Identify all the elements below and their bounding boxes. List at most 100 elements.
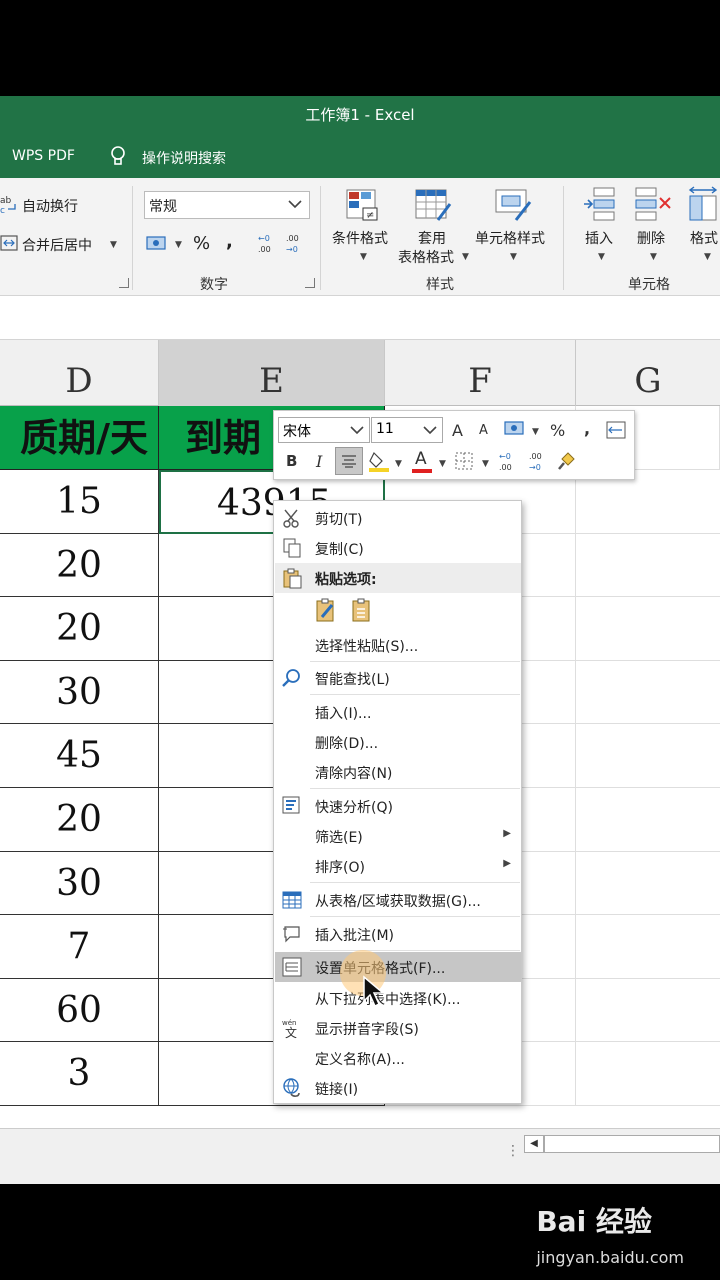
- shelf-life-cell[interactable]: 30: [0, 852, 159, 915]
- shelf-life-cell[interactable]: 30: [0, 661, 159, 724]
- column-header-d[interactable]: D: [0, 340, 159, 406]
- italic-button[interactable]: I: [316, 452, 322, 471]
- comma-style-button[interactable]: ,: [226, 231, 233, 252]
- percent-style-button[interactable]: %: [550, 421, 565, 440]
- accounting-format-icon[interactable]: [504, 419, 526, 439]
- scroll-left-button[interactable]: ◀: [524, 1135, 544, 1153]
- menu-item-label: 筛选(E): [315, 830, 363, 846]
- empty-cell[interactable]: [576, 788, 720, 852]
- fill-color-dropdown-arrow[interactable]: ▼: [395, 459, 402, 469]
- font-size-box[interactable]: 11: [371, 417, 443, 443]
- tab-wps-pdf[interactable]: WPS PDF: [12, 148, 75, 164]
- menu-item-copy[interactable]: 复制(C): [275, 533, 521, 563]
- tell-me-search[interactable]: 操作说明搜索: [142, 148, 226, 168]
- font-color-button[interactable]: A: [412, 447, 434, 475]
- borders-icon[interactable]: [454, 451, 474, 471]
- phonetic-icon: wén 文: [282, 1019, 297, 1039]
- column-header-e[interactable]: E: [159, 340, 385, 406]
- menu-item-filter[interactable]: 筛选(E) ▶: [275, 821, 521, 851]
- merge-dropdown-arrow[interactable]: ▼: [110, 240, 117, 250]
- menu-item-smart-lookup[interactable]: 智能查找(L): [275, 663, 521, 693]
- menu-item-phonetic[interactable]: wén 文 显示拼音字段(S): [275, 1013, 521, 1043]
- paste-formatting-icon[interactable]: [314, 597, 338, 623]
- menu-item-sort[interactable]: 排序(O) ▶: [275, 851, 521, 881]
- merge-center-button[interactable]: 合并后居中: [22, 235, 92, 255]
- column-header-g[interactable]: G: [576, 340, 720, 406]
- font-color-dropdown-arrow[interactable]: ▼: [439, 459, 446, 469]
- menu-item-format-cells[interactable]: 设置单元格格式(F)...: [275, 952, 521, 982]
- grow-font-button[interactable]: A: [452, 421, 463, 440]
- percent-style-button[interactable]: %: [193, 233, 210, 254]
- shrink-font-button[interactable]: A: [479, 423, 488, 438]
- header-cell-shelf-life[interactable]: 质期/天: [0, 406, 159, 470]
- accounting-dropdown-arrow[interactable]: ▼: [532, 427, 539, 437]
- fill-color-icon[interactable]: [368, 449, 390, 473]
- conditional-dropdown-arrow[interactable]: ▼: [360, 252, 367, 262]
- accounting-format-icon[interactable]: [146, 234, 170, 254]
- wrap-text-icon[interactable]: [606, 421, 626, 439]
- empty-cell[interactable]: [576, 852, 720, 915]
- split-grip-icon[interactable]: ⋮: [506, 1143, 520, 1159]
- menu-item-cut[interactable]: 剪切(T): [275, 503, 521, 533]
- number-dialog-launcher[interactable]: [305, 278, 315, 288]
- empty-cell[interactable]: [576, 979, 720, 1042]
- alignment-dialog-launcher[interactable]: [119, 278, 129, 288]
- empty-cell[interactable]: [576, 661, 720, 724]
- insert-dropdown-arrow[interactable]: ▼: [598, 252, 605, 262]
- font-name-box[interactable]: 宋体: [278, 417, 370, 443]
- menu-item-insert[interactable]: 插入(I)...: [275, 697, 521, 727]
- shelf-life-cell[interactable]: 20: [0, 788, 159, 852]
- number-format-select[interactable]: 常规: [144, 191, 310, 219]
- format-dropdown-arrow[interactable]: ▼: [704, 252, 711, 262]
- decrease-decimal-icon[interactable]: .00 →0: [284, 232, 306, 254]
- menu-item-define-name[interactable]: 定义名称(A)...: [275, 1043, 521, 1073]
- menu-item-paste-special[interactable]: 选择性粘贴(S)...: [275, 630, 521, 660]
- format-as-table-top-label[interactable]: 套用: [418, 228, 446, 248]
- menu-item-delete[interactable]: 删除(D)...: [275, 727, 521, 757]
- format-cells-button[interactable]: 格式: [690, 228, 718, 248]
- shelf-life-cell[interactable]: 20: [0, 597, 159, 661]
- shelf-life-cell[interactable]: 20: [0, 534, 159, 597]
- shelf-life-cell[interactable]: 3: [0, 1042, 159, 1106]
- svg-text:→0: →0: [286, 245, 298, 254]
- wrap-text-button[interactable]: 自动换行: [22, 196, 78, 216]
- submenu-arrow-icon: ▶: [503, 858, 511, 869]
- horizontal-scrollbar[interactable]: [544, 1135, 720, 1153]
- accounting-dropdown-arrow[interactable]: ▼: [175, 240, 182, 250]
- menu-item-clear-contents[interactable]: 清除内容(N): [275, 757, 521, 787]
- menu-item-get-data[interactable]: 从表格/区域获取数据(G)...: [275, 885, 521, 915]
- conditional-formatting-button[interactable]: 条件格式: [332, 228, 388, 248]
- paste-icon[interactable]: [350, 597, 374, 623]
- empty-cell[interactable]: [576, 1042, 720, 1106]
- delete-dropdown-arrow[interactable]: ▼: [650, 252, 657, 262]
- format-painter-icon[interactable]: [556, 449, 578, 473]
- menu-item-label: 选择性粘贴(S)...: [315, 639, 419, 655]
- shelf-life-cell[interactable]: 45: [0, 724, 159, 788]
- increase-decimal-icon[interactable]: ←0 .00: [256, 232, 278, 254]
- column-header-f[interactable]: F: [385, 340, 576, 406]
- empty-cell[interactable]: [576, 724, 720, 788]
- format-as-table-button[interactable]: 表格格式: [398, 247, 454, 267]
- comma-style-button[interactable]: ,: [584, 419, 590, 438]
- cell-styles-button[interactable]: 单元格样式: [475, 228, 545, 248]
- decrease-decimal-icon[interactable]: .00 →0: [528, 449, 550, 473]
- borders-dropdown-arrow[interactable]: ▼: [482, 459, 489, 469]
- empty-cell[interactable]: [576, 597, 720, 661]
- table-dropdown-arrow[interactable]: ▼: [462, 252, 469, 262]
- shelf-life-cell[interactable]: 7: [0, 915, 159, 979]
- shelf-life-cell[interactable]: 60: [0, 979, 159, 1042]
- bold-button[interactable]: B: [286, 452, 297, 470]
- mouse-pointer-icon: [363, 975, 386, 1008]
- shelf-life-cell[interactable]: 15: [0, 470, 159, 534]
- menu-item-pick-from-list[interactable]: 从下拉列表中选择(K)...: [275, 983, 521, 1013]
- cell-styles-dropdown-arrow[interactable]: ▼: [510, 252, 517, 262]
- menu-item-insert-comment[interactable]: 插入批注(M): [275, 919, 521, 949]
- empty-cell[interactable]: [576, 534, 720, 597]
- increase-decimal-icon[interactable]: ←0 .00: [498, 449, 520, 473]
- align-center-button[interactable]: [335, 447, 363, 475]
- menu-item-quick-analysis[interactable]: 快速分析(Q): [275, 791, 521, 821]
- menu-item-link[interactable]: 链接(I): [275, 1073, 521, 1103]
- empty-cell[interactable]: [576, 915, 720, 979]
- insert-cells-button[interactable]: 插入: [585, 228, 613, 248]
- delete-cells-button[interactable]: 删除: [637, 228, 665, 248]
